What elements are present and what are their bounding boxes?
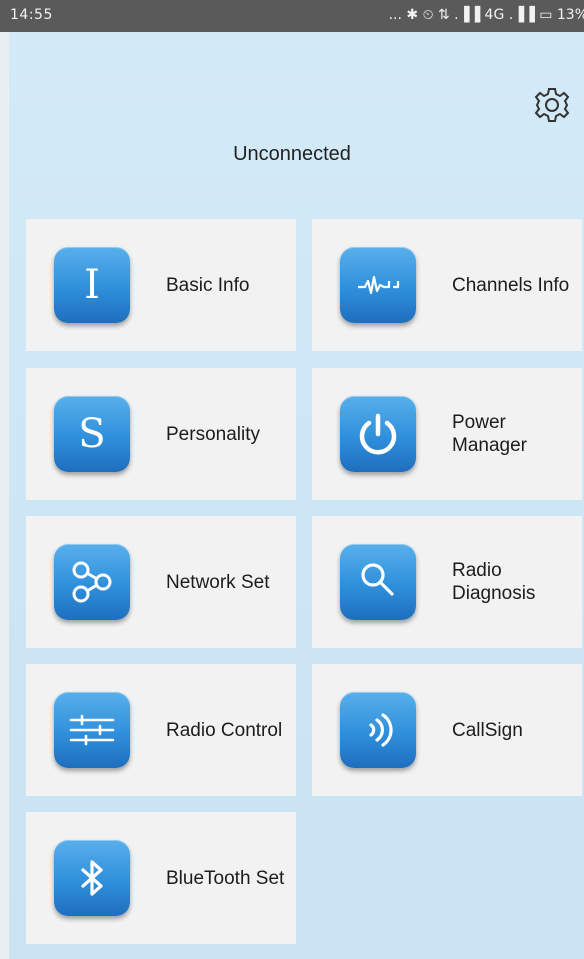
network-icon bbox=[54, 544, 130, 620]
tile-label: BlueTooth Set bbox=[166, 867, 285, 889]
tile-label: Radio Diagnosis bbox=[452, 560, 536, 604]
search-icon bbox=[340, 544, 416, 620]
tile-label: CallSign bbox=[452, 719, 523, 741]
tile-label: Radio Control bbox=[166, 719, 283, 741]
left-edge bbox=[0, 32, 9, 959]
status-bar: 14:55 ... ✱ ⏲ ⇅ .▐▐ 4G .▐▐ ▭ 13% bbox=[0, 0, 584, 32]
tile-label: Power Manager bbox=[452, 412, 527, 456]
tile-bluetooth-set[interactable]: BlueTooth Set bbox=[26, 812, 296, 944]
tile-label: Personality bbox=[166, 423, 260, 445]
tile-radio-diagnosis[interactable]: Radio Diagnosis bbox=[312, 516, 582, 648]
tile-basic-info[interactable]: I Basic Info bbox=[26, 219, 296, 351]
tile-channels-info[interactable]: Channels Info bbox=[312, 219, 582, 351]
sliders-icon bbox=[54, 692, 130, 768]
bluetooth-icon bbox=[54, 840, 130, 916]
tile-label: Network Set bbox=[166, 571, 270, 593]
tile-network-set[interactable]: Network Set bbox=[26, 516, 296, 648]
status-icons: ... ✱ ⏲ ⇅ .▐▐ 4G .▐▐ ▭ 13% bbox=[388, 7, 584, 23]
basic-info-icon: I bbox=[54, 247, 130, 323]
channels-info-icon bbox=[340, 247, 416, 323]
gear-icon bbox=[534, 88, 570, 122]
tile-callsign[interactable]: CallSign bbox=[312, 664, 582, 796]
callsign-icon bbox=[340, 692, 416, 768]
tile-label: Channels Info bbox=[452, 274, 570, 296]
settings-button[interactable] bbox=[532, 85, 572, 125]
personality-icon: S bbox=[54, 396, 130, 472]
tile-radio-control[interactable]: Radio Control bbox=[26, 664, 296, 796]
status-time: 14:55 bbox=[10, 7, 53, 23]
tile-label: Basic Info bbox=[166, 274, 250, 296]
tile-power-manager[interactable]: Power Manager bbox=[312, 368, 582, 500]
connection-status: Unconnected bbox=[233, 143, 351, 165]
power-icon bbox=[340, 396, 416, 472]
tile-personality[interactable]: S Personality bbox=[26, 368, 296, 500]
